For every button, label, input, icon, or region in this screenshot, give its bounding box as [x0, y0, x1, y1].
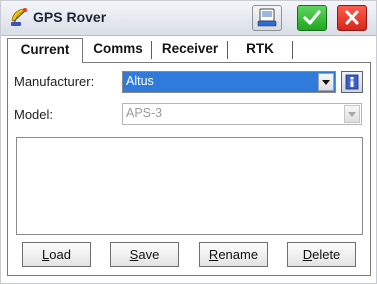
gps-rover-window: GPS Rover Current Comms Receiver RTK Man… — [0, 0, 377, 284]
manufacturer-info-button[interactable] — [341, 71, 363, 93]
chevron-down-icon — [322, 80, 330, 85]
tab-current[interactable]: Current — [7, 38, 83, 63]
manufacturer-select[interactable]: Altus — [122, 71, 336, 93]
current-tab-panel: Manufacturer: Altus Model: APS-3 Load Sa… — [7, 62, 371, 276]
tab-strip: Current Comms Receiver RTK — [5, 38, 371, 63]
chevron-down-icon — [348, 112, 356, 117]
save-label: ave — [138, 247, 160, 262]
delete-label: elete — [312, 247, 341, 262]
rename-mnemonic: R — [208, 247, 219, 262]
keyboard-icon — [257, 8, 277, 27]
tab-divider — [227, 41, 228, 59]
ok-button[interactable] — [297, 5, 327, 31]
rename-button[interactable]: Rename — [199, 242, 268, 267]
manufacturer-value: Altus — [126, 74, 154, 88]
tab-comms[interactable]: Comms — [85, 38, 151, 62]
save-button[interactable]: Save — [110, 242, 179, 267]
rename-label: ename — [218, 247, 259, 262]
keyboard-button[interactable] — [252, 5, 282, 31]
tab-divider — [292, 41, 293, 59]
model-label: Model: — [14, 107, 54, 122]
manufacturer-label: Manufacturer: — [14, 74, 95, 89]
model-value: APS-3 — [126, 106, 163, 120]
satellite-dish-icon — [9, 6, 31, 28]
receiver-list[interactable] — [16, 137, 363, 235]
title-bar: GPS Rover — [1, 1, 376, 36]
info-icon — [345, 74, 359, 90]
model-dropdown-button[interactable] — [344, 105, 360, 123]
tab-receiver[interactable]: Receiver — [153, 38, 227, 62]
tab-divider — [151, 41, 152, 59]
load-button[interactable]: Load — [22, 242, 91, 267]
model-select[interactable]: APS-3 — [122, 103, 362, 125]
tab-rtk[interactable]: RTK — [229, 38, 291, 62]
close-icon — [345, 10, 359, 25]
checkmark-icon — [303, 10, 321, 25]
window-title: GPS Rover — [33, 9, 107, 25]
manufacturer-dropdown-button[interactable] — [318, 73, 334, 91]
close-button[interactable] — [337, 5, 367, 31]
load-label: oad — [49, 247, 71, 262]
delete-mnemonic: D — [302, 247, 313, 262]
delete-button[interactable]: Delete — [287, 242, 356, 267]
